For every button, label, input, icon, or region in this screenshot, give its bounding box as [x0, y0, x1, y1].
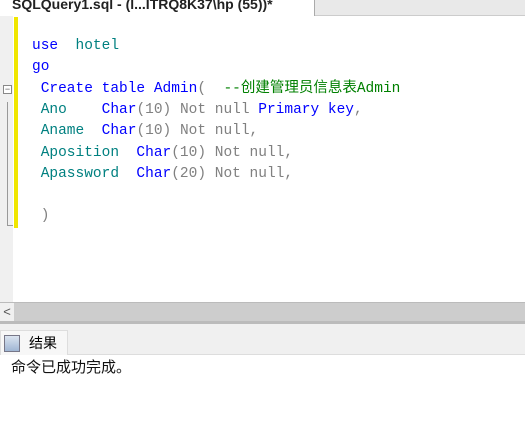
code-token: Aposition	[32, 144, 137, 161]
code-token: Char	[136, 144, 172, 161]
code-line[interactable]: )	[32, 206, 50, 227]
collapse-icon[interactable]: −	[3, 85, 12, 94]
code-line[interactable]: go	[32, 57, 49, 78]
code-token: Admin	[153, 80, 198, 97]
code-line[interactable]: Ano Char(10) Not null Primary key,	[32, 100, 363, 121]
code-token: (	[197, 80, 224, 97]
code-token: )	[32, 208, 50, 225]
code-token: --创建管理员信息表Admin	[223, 80, 401, 97]
horizontal-scrollbar[interactable]: <	[0, 302, 525, 322]
results-message: 命令已成功完成。	[11, 359, 132, 376]
results-grid-icon	[4, 335, 20, 352]
code-token: Apassword	[32, 165, 137, 182]
code-line[interactable]: Aname Char(10) Not null,	[32, 121, 259, 142]
scroll-left-icon[interactable]: <	[0, 303, 14, 322]
code-token: Char	[136, 165, 172, 182]
document-tab-bar: SQLQuery1.sql - (l...ITRQ8K37\hp (55))*	[0, 0, 525, 16]
code-token: Create table	[32, 80, 154, 97]
code-token: go	[32, 59, 50, 76]
code-token: Ano	[32, 101, 102, 118]
code-token: ,	[353, 101, 363, 118]
code-line[interactable]: use hotel	[32, 36, 119, 57]
results-tab-bar: 结果	[0, 324, 525, 355]
tab-sqlquery1[interactable]: SQLQuery1.sql - (l...ITRQ8K37\hp (55))*	[0, 0, 315, 16]
code-token: (10) Not null	[136, 101, 259, 118]
code-token: Aname	[32, 123, 102, 140]
code-line[interactable]: Aposition Char(10) Not null,	[32, 143, 293, 164]
change-indicator-bar	[14, 17, 18, 228]
fold-guide	[7, 102, 8, 225]
code-line[interactable]: Apassword Char(20) Not null,	[32, 164, 293, 185]
code-token: (10) Not null,	[136, 123, 259, 140]
fold-guide-end	[7, 225, 13, 226]
code-token: Char	[101, 123, 137, 140]
code-token: (20) Not null,	[171, 165, 294, 182]
results-tab-label: 结果	[29, 335, 57, 351]
code-token: Primary key	[258, 101, 354, 118]
code-token: (10) Not null,	[171, 144, 294, 161]
tab-results[interactable]: 结果	[0, 330, 68, 355]
code-token: Char	[101, 101, 137, 118]
code-token: hotel	[75, 38, 120, 54]
code-line[interactable]: Create table Admin( --创建管理员信息表Admin	[32, 79, 401, 100]
code-token: use	[32, 38, 76, 54]
